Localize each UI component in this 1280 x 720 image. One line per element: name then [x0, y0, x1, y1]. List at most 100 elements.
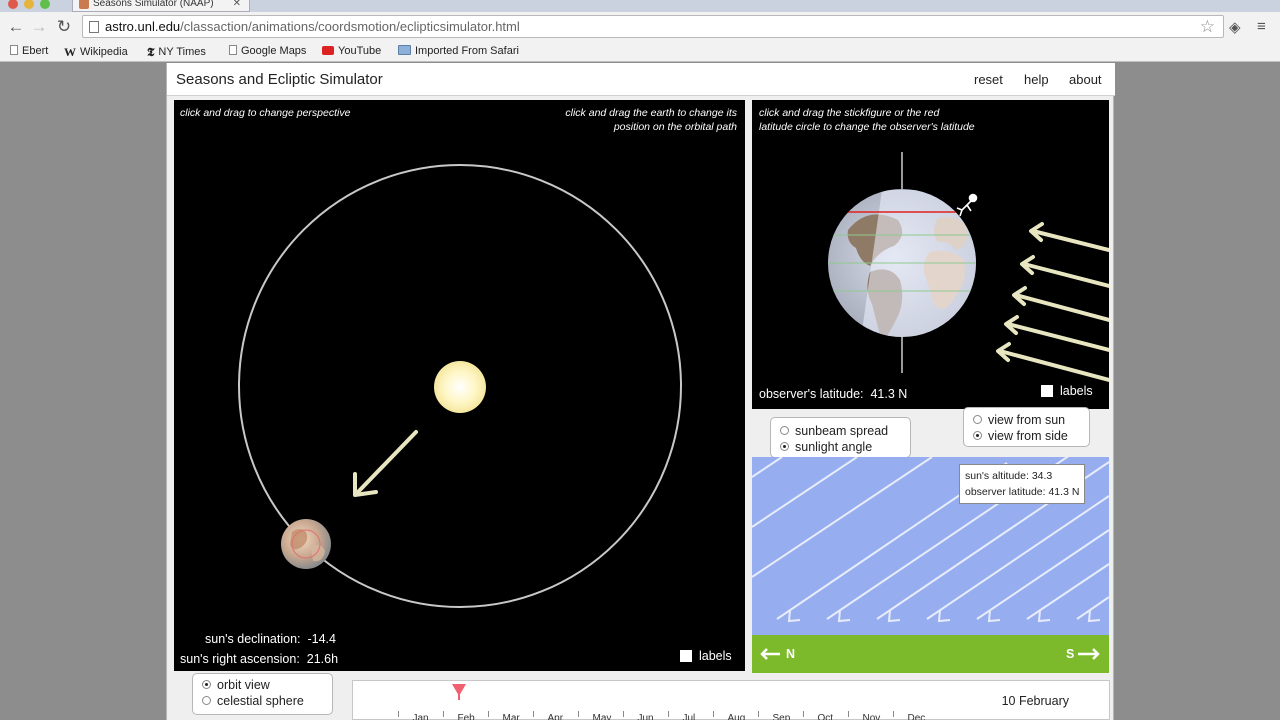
browser-tab[interactable]: Seasons Simulator (NAAP) ✕	[72, 0, 250, 12]
bookmark-label: Imported From Safari	[415, 45, 519, 57]
altitude-label: sun's altitude:	[965, 470, 1029, 482]
month-tick	[803, 711, 804, 717]
help-link[interactable]: help	[1024, 72, 1049, 87]
sunlight-angle-panel: sun's altitude: 34.3 observer latitude: …	[752, 457, 1109, 673]
month-label: Jan	[412, 713, 429, 720]
declination-label: sun's declination:	[205, 632, 301, 646]
view-from-side-radio[interactable]: view from side	[973, 429, 1068, 443]
orbit-diagram[interactable]	[174, 100, 745, 671]
month-tick	[623, 711, 624, 717]
page-icon	[229, 45, 237, 55]
latitude-value: 41.3 N	[870, 387, 908, 401]
bookmark-imported-from-safari[interactable]: Imported From Safari	[398, 45, 519, 57]
menu-icon[interactable]: ≡	[1257, 18, 1266, 35]
radio-selected-icon[interactable]	[780, 442, 789, 451]
sun-icon	[434, 361, 486, 413]
month-label: Nov	[862, 713, 881, 720]
radio-selected-icon[interactable]	[202, 680, 211, 689]
month-tick	[533, 711, 534, 717]
date-timeline[interactable]: 10 February Jan Feb Mar Apr May Jun Jul Aug Sep O…	[352, 680, 1110, 720]
earth-labels-checkbox[interactable]: labels	[1041, 384, 1093, 398]
address-bar[interactable]: astro.unl.edu/classaction/animations/coo…	[82, 15, 1224, 38]
north-label: N	[786, 647, 796, 661]
back-arrow-icon[interactable]: ←	[5, 16, 27, 38]
nytimes-icon: 𝕿	[147, 45, 155, 59]
earth-orbit-icon[interactable]	[281, 519, 331, 569]
page-icon	[10, 45, 18, 55]
checkbox-icon[interactable]	[1041, 385, 1053, 397]
radio-label: view from side	[988, 429, 1068, 443]
view-mode-options: view from sun view from side	[963, 407, 1090, 447]
orbit-view-radio[interactable]: orbit view	[202, 678, 270, 692]
checkbox-label: labels	[1060, 384, 1093, 398]
month-tick	[848, 711, 849, 717]
bookmark-label: Google Maps	[241, 45, 307, 57]
reset-link[interactable]: reset	[974, 72, 1003, 87]
youtube-icon	[322, 46, 334, 55]
checkbox-icon[interactable]	[680, 650, 692, 662]
checkbox-label: labels	[699, 649, 732, 663]
celestial-sphere-radio[interactable]: celestial sphere	[202, 694, 304, 708]
date-marker-icon[interactable]	[451, 684, 466, 700]
bookmark-wikipedia[interactable]: W Wikipedia	[64, 45, 128, 60]
radio-icon[interactable]	[202, 696, 211, 705]
month-tick	[668, 711, 669, 717]
wikipedia-icon: W	[64, 45, 76, 59]
month-tick	[398, 711, 399, 717]
right-ascension-value: 21.6h	[306, 652, 339, 666]
about-link[interactable]: about	[1069, 72, 1102, 87]
month-tick	[758, 711, 759, 717]
bookmark-youtube[interactable]: YouTube	[322, 45, 381, 57]
tab-close-icon[interactable]: ✕	[233, 0, 241, 9]
sunlight-angle-radio[interactable]: sunlight angle	[780, 440, 872, 454]
orbit-view-panel[interactable]: click and drag to change perspective cli…	[174, 100, 745, 671]
tab-favicon-icon	[79, 0, 89, 9]
month-label: Jul	[682, 713, 696, 720]
bookmark-label: NY Times	[158, 46, 206, 58]
bookmark-ebert[interactable]: Ebert	[10, 45, 48, 57]
bookmark-nytimes[interactable]: 𝕿 NY Times	[147, 45, 206, 60]
page-title: Seasons and Ecliptic Simulator	[176, 71, 383, 88]
month-label: Sep	[772, 713, 791, 720]
month-tick	[488, 711, 489, 717]
view-from-sun-radio[interactable]: view from sun	[973, 413, 1065, 427]
forward-arrow-icon[interactable]: →	[28, 16, 50, 38]
month-label: Dec	[907, 713, 926, 720]
bookmark-label: Ebert	[22, 45, 49, 57]
radio-label: sunlight angle	[795, 440, 873, 454]
url-path: /classaction/animations/coordsmotion/ecl…	[180, 19, 520, 34]
month-tick	[713, 711, 714, 717]
month-label: Apr	[547, 713, 564, 720]
month-tick	[578, 711, 579, 717]
earth-diagram[interactable]	[752, 100, 1109, 409]
sunlight-arrows-icon	[996, 222, 1109, 382]
radio-icon[interactable]	[780, 426, 789, 435]
bookmark-star-icon[interactable]: ☆	[1200, 17, 1215, 37]
bookmark-google-maps[interactable]: Google Maps	[229, 45, 306, 57]
url-host: astro.unl.edu	[105, 19, 181, 34]
sunbeam-spread-radio[interactable]: sunbeam spread	[780, 424, 888, 438]
bookmark-label: YouTube	[338, 45, 382, 57]
month-label: Mar	[502, 713, 520, 720]
beam-mode-options: sunbeam spread sunlight angle	[770, 417, 911, 458]
sun-declination-readout: sun's declination: -14.4	[205, 632, 336, 646]
orbit-labels-checkbox[interactable]: labels	[680, 649, 732, 663]
browser-toolbar: ← → ↻ astro.unl.edu/classaction/animatio…	[0, 12, 1280, 42]
page-icon	[89, 21, 99, 33]
radio-icon[interactable]	[973, 415, 982, 424]
observer-latitude-value: 41.3 N	[1048, 486, 1080, 498]
south-label: S	[1066, 647, 1075, 661]
extension-icon[interactable]: ◈	[1229, 18, 1241, 36]
current-date: 10 February	[1001, 694, 1069, 708]
view-mode-selector: orbit view celestial sphere	[192, 673, 333, 715]
browser-tabstrip: Seasons Simulator (NAAP) ✕	[0, 0, 1280, 12]
earth-view-panel[interactable]: click and drag the stickfigure or the re…	[752, 100, 1109, 409]
radio-selected-icon[interactable]	[973, 431, 982, 440]
stick-figure-observer-icon[interactable]	[956, 193, 978, 217]
reload-icon[interactable]: ↻	[53, 16, 75, 38]
sun-right-ascension-readout: sun's right ascension: 21.6h	[180, 652, 338, 666]
month-tick	[893, 711, 894, 717]
right-ascension-label: sun's right ascension:	[180, 652, 300, 666]
bookmarks-bar: Ebert W Wikipedia 𝕿 NY Times Google Maps Y…	[0, 42, 1280, 62]
observer-latitude-readout: observer's latitude: 41.3 N	[759, 387, 907, 401]
